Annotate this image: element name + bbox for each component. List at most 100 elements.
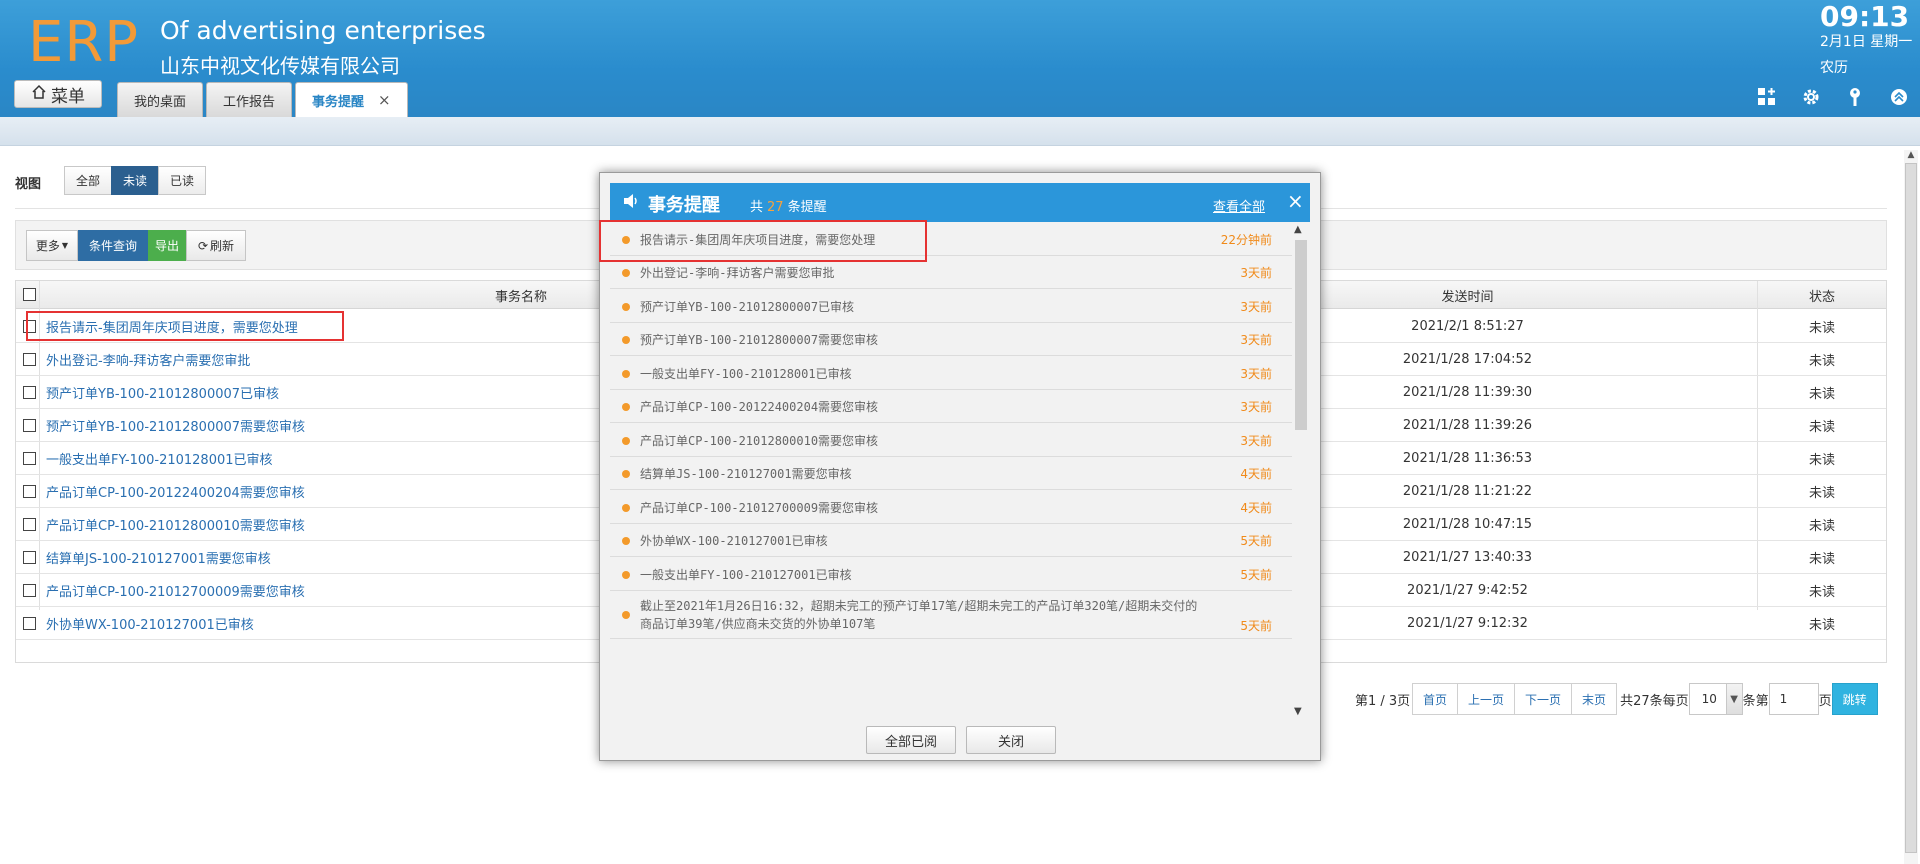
- column-header-status[interactable]: 状态: [1757, 281, 1887, 309]
- popup-item-time: 5天前: [1240, 567, 1272, 582]
- header-icon-group: [1756, 86, 1910, 108]
- popup-item-text[interactable]: 预产订单YB-100-21012800007已审核: [640, 298, 854, 315]
- row-checkbox[interactable]: [23, 518, 36, 531]
- reminder-popup: 事务提醒 共 27 条提醒 查看全部 × 报告请示-集团周年庆项目进度，需要您处理 2…: [599, 172, 1321, 761]
- popup-list-item[interactable]: 截止至2021年1月26日16:32，超期未完工的预产订单17笔/超期未完工的产…: [610, 591, 1292, 639]
- row-checkbox[interactable]: [23, 419, 36, 432]
- row-title-link[interactable]: 一般支出单FY-100-210128001已审核: [46, 442, 273, 475]
- export-button[interactable]: 导出: [148, 230, 186, 261]
- row-title-link[interactable]: 外出登记-李响-拜访客户需要您审批: [46, 343, 250, 376]
- first-page-button[interactable]: 首页: [1412, 683, 1459, 715]
- popup-header: 事务提醒 共 27 条提醒 查看全部 ×: [610, 183, 1310, 222]
- sub-toolbar-band: [0, 117, 1920, 146]
- last-page-button[interactable]: 末页: [1571, 683, 1618, 715]
- tab-work-report[interactable]: 工作报告: [206, 82, 293, 117]
- page-number-input[interactable]: 1: [1768, 683, 1819, 715]
- column-header-time[interactable]: 发送时间: [1330, 281, 1605, 309]
- row-checkbox[interactable]: [23, 551, 36, 564]
- row-checkbox[interactable]: [23, 617, 36, 630]
- tab-close-icon[interactable]: ×: [378, 91, 391, 109]
- popup-list-item[interactable]: 产品订单CP-100-21012800010需要您审核 3天前: [610, 423, 1292, 457]
- close-button[interactable]: 关闭: [966, 726, 1056, 754]
- popup-item-time: 3天前: [1240, 366, 1272, 381]
- popup-list-item[interactable]: 预产订单YB-100-21012800007已审核 3天前: [610, 289, 1292, 323]
- view-read-button[interactable]: 已读: [158, 166, 207, 195]
- popup-actions: 全部已阅 关闭: [600, 726, 1322, 754]
- popup-item-text[interactable]: 外出登记-李响-拜访客户需要您审批: [640, 264, 834, 281]
- popup-list-item[interactable]: 一般支出单FY-100-210127001已审核 5天前: [610, 557, 1292, 591]
- popup-list-item[interactable]: 外协单WX-100-210127001已审核 5天前: [610, 524, 1292, 557]
- popup-item-text[interactable]: 一般支出单FY-100-210128001已审核: [640, 365, 852, 382]
- popup-scrollbar-thumb[interactable]: [1295, 240, 1307, 430]
- popup-list: 报告请示-集团周年庆项目进度，需要您处理 22分钟前 外出登记-李响-拜访客户需要您…: [610, 222, 1292, 722]
- row-checkbox[interactable]: [23, 485, 36, 498]
- popup-list-item[interactable]: 产品订单CP-100-21012700009需要您审核 4天前: [610, 490, 1292, 524]
- view-unread-button[interactable]: 未读: [111, 166, 160, 195]
- row-checkbox[interactable]: [23, 452, 36, 465]
- bullet-dot-icon: [622, 470, 630, 479]
- key-icon[interactable]: [1844, 86, 1866, 108]
- menu-button[interactable]: 菜单: [14, 80, 102, 108]
- popup-item-text[interactable]: 一般支出单FY-100-210127001已审核: [640, 566, 852, 583]
- grid-add-icon[interactable]: [1756, 86, 1778, 108]
- more-label: 更多: [35, 239, 60, 253]
- collapse-icon[interactable]: [1888, 86, 1910, 108]
- popup-item-text[interactable]: 预产订单YB-100-21012800007需要您审核: [640, 331, 878, 348]
- row-status: 未读: [1808, 354, 1835, 369]
- row-status: 未读: [1808, 519, 1835, 534]
- row-title-link[interactable]: 结算单JS-100-210127001需要您审核: [46, 541, 271, 574]
- scroll-up-icon[interactable]: ▲: [1294, 224, 1302, 235]
- app-header: ERP Of advertising enterprises 山东中视文化传媒有…: [0, 0, 1920, 117]
- refresh-button[interactable]: ⟳ 刷新: [186, 230, 246, 261]
- scroll-down-icon[interactable]: ▼: [1294, 706, 1302, 717]
- condition-query-button[interactable]: 条件查询: [78, 230, 148, 261]
- view-label: 视图: [15, 177, 42, 192]
- mark-all-read-button[interactable]: 全部已阅: [866, 726, 956, 754]
- popup-item-text[interactable]: 外协单WX-100-210127001已审核: [640, 532, 828, 549]
- row-title-link[interactable]: 预产订单YB-100-21012800007已审核: [46, 376, 279, 409]
- row-title-link[interactable]: 产品订单CP-100-20122400204需要您审核: [46, 475, 305, 508]
- tab-reminders[interactable]: 事务提醒 ×: [295, 82, 408, 117]
- popup-list-item[interactable]: 一般支出单FY-100-210128001已审核 3天前: [610, 356, 1292, 390]
- more-button[interactable]: 更多 ▼: [26, 230, 78, 261]
- view-all-link[interactable]: 查看全部: [1213, 196, 1265, 215]
- row-title-link[interactable]: 产品订单CP-100-21012700009需要您审核: [46, 574, 305, 607]
- view-all-button[interactable]: 全部: [64, 166, 113, 195]
- popup-item-text[interactable]: 产品订单CP-100-21012700009需要您审核: [640, 499, 878, 516]
- popup-item-text[interactable]: 产品订单CP-100-20122400204需要您审核: [640, 398, 878, 415]
- popup-list-item[interactable]: 结算单JS-100-210127001需要您审核 4天前: [610, 457, 1292, 490]
- jump-button[interactable]: 跳转: [1831, 683, 1878, 715]
- popup-item-text[interactable]: 结算单JS-100-210127001需要您审核: [640, 465, 852, 482]
- scroll-up-icon[interactable]: ▲: [1904, 150, 1918, 162]
- popup-item-text[interactable]: 产品订单CP-100-21012800010需要您审核: [640, 432, 878, 449]
- page-scrollbar[interactable]: ▲: [1904, 150, 1918, 864]
- row-checkbox[interactable]: [23, 584, 36, 597]
- page-size-select[interactable]: 10 ▼: [1688, 683, 1743, 715]
- row-status: 未读: [1808, 486, 1835, 501]
- gear-icon[interactable]: [1800, 86, 1822, 108]
- tab-my-desktop[interactable]: 我的桌面: [117, 82, 204, 117]
- company-name-en: Of advertising enterprises: [160, 16, 486, 45]
- row-status: 未读: [1808, 321, 1835, 336]
- close-icon[interactable]: ×: [1287, 189, 1304, 213]
- refresh-label: 刷新: [210, 239, 235, 253]
- popup-item-time: 3天前: [1240, 400, 1272, 415]
- row-status: 未读: [1808, 552, 1835, 567]
- select-all-checkbox[interactable]: [23, 288, 36, 301]
- row-title-link[interactable]: 外协单WX-100-210127001已审核: [46, 607, 254, 640]
- tab-bar: 我的桌面 工作报告 事务提醒 ×: [117, 82, 408, 117]
- prev-page-button[interactable]: 上一页: [1457, 683, 1516, 715]
- row-title-link[interactable]: 产品订单CP-100-21012800010需要您审核: [46, 508, 305, 541]
- row-checkbox[interactable]: [23, 353, 36, 366]
- popup-list-item[interactable]: 预产订单YB-100-21012800007需要您审核 3天前: [610, 323, 1292, 356]
- popup-list-item[interactable]: 产品订单CP-100-20122400204需要您审核 3天前: [610, 390, 1292, 423]
- pagination: 第1 / 3页: [1355, 683, 1410, 715]
- popup-scrollbar[interactable]: ▲ ▼: [1292, 222, 1310, 722]
- total-count: 共27条每页: [1620, 693, 1689, 709]
- next-page-button[interactable]: 下一页: [1514, 683, 1573, 715]
- row-checkbox[interactable]: [23, 386, 36, 399]
- popup-item-text[interactable]: 截止至2021年1月26日16:32，超期未完工的预产订单17笔/超期未完工的产…: [640, 597, 1200, 633]
- popup-item-time: 5天前: [1240, 618, 1272, 633]
- row-title-link[interactable]: 预产订单YB-100-21012800007需要您审核: [46, 409, 305, 442]
- scrollbar-thumb[interactable]: [1905, 163, 1917, 853]
